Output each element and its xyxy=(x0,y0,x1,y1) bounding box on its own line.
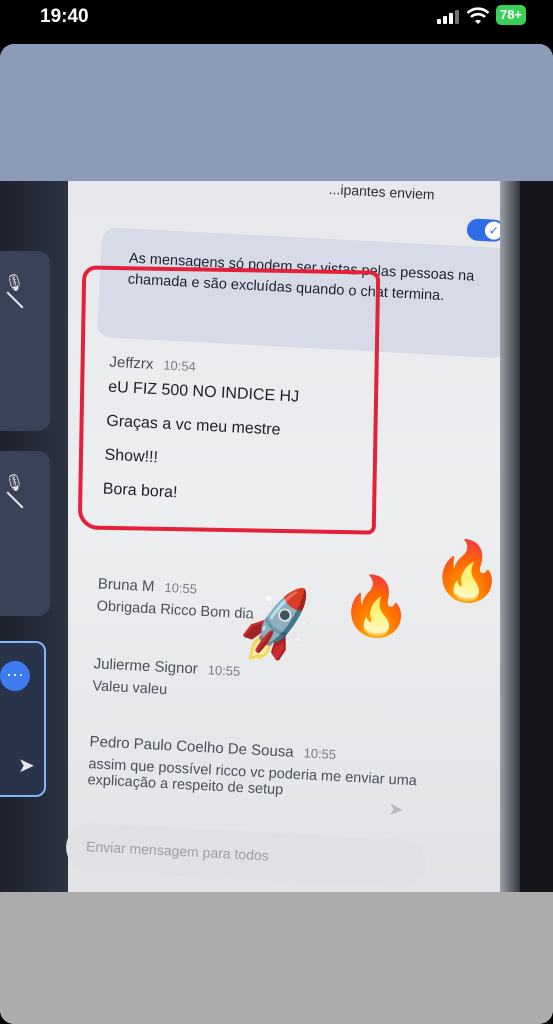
monitor-bezel xyxy=(500,181,522,892)
story-bottom-background xyxy=(0,892,553,1024)
message-time: 10:55 xyxy=(303,745,337,763)
more-options-button[interactable]: ··· ➤ xyxy=(0,641,46,797)
sender-name: Pedro Paulo Coelho De Sousa xyxy=(89,733,295,761)
status-bar: 19:40 78+ xyxy=(0,0,553,36)
chat-message: Julierme Signor 10:55 Valeu valeu xyxy=(92,655,474,714)
send-icon[interactable]: ➤ xyxy=(388,799,404,821)
message-time: 10:55 xyxy=(207,662,241,679)
participant-tile: 🎙 xyxy=(0,451,50,616)
cursor-icon: ➤ xyxy=(18,755,35,777)
sender-name: Bruna M xyxy=(97,575,155,596)
cellular-signal-icon xyxy=(437,10,459,24)
monitor-frame xyxy=(520,181,553,892)
input-placeholder: Enviar mensagem para todos xyxy=(85,838,270,864)
rocket-sticker: 🚀 xyxy=(233,586,320,667)
more-options-icon: ··· xyxy=(0,661,30,691)
mic-off-icon: 🎙 xyxy=(4,473,24,509)
battery-indicator: 78+ xyxy=(496,5,526,25)
participant-tile: 🎙 xyxy=(0,251,50,431)
status-time: 19:40 xyxy=(40,6,89,27)
mic-off-icon: 🎙 xyxy=(4,273,24,309)
highlight-annotation xyxy=(77,265,381,535)
chat-message-input[interactable]: Enviar mensagem para todos xyxy=(64,822,427,889)
chat-message: Pedro Paulo Coelho De Sousa 10:55 assim q… xyxy=(87,733,469,808)
wifi-icon xyxy=(466,7,490,24)
fire-sticker: 🔥 xyxy=(428,535,508,608)
sender-name: Julierme Signor xyxy=(93,655,199,678)
chat-setting-text: ...ipantes enviem xyxy=(328,181,435,203)
story-top-background xyxy=(0,44,553,181)
fire-sticker: 🔥 xyxy=(340,574,413,639)
message-time: 10:55 xyxy=(164,579,198,597)
story-card: 🎙 🎙 ··· ➤ ...ipantes enviem As mensagens… xyxy=(0,44,553,1024)
